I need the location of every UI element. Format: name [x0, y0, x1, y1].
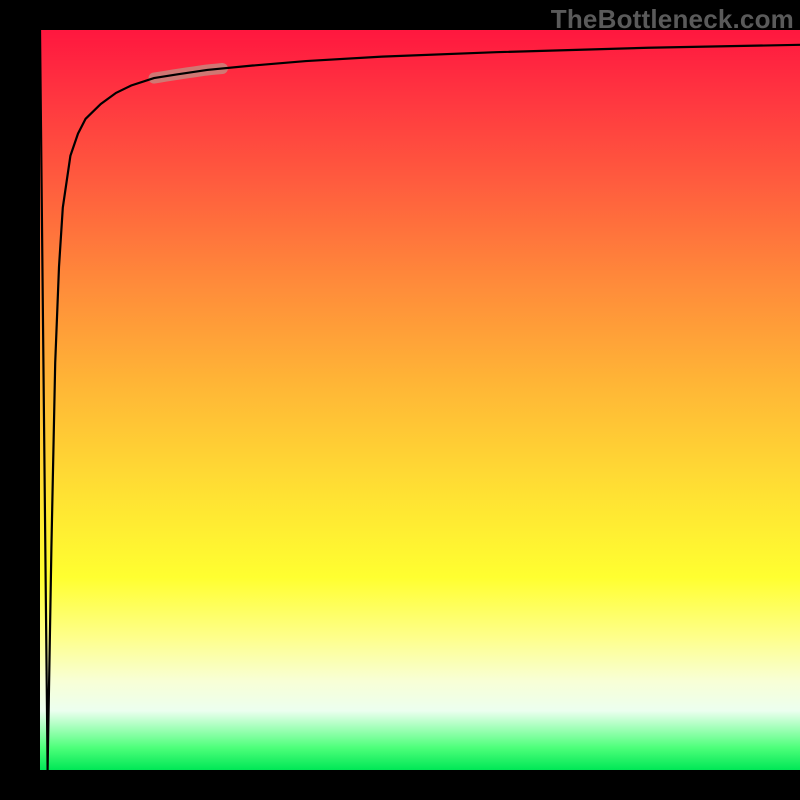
bottleneck-curve-svg	[40, 30, 800, 770]
bottleneck-curve-path	[40, 30, 800, 770]
chart-frame: TheBottleneck.com	[0, 0, 800, 800]
